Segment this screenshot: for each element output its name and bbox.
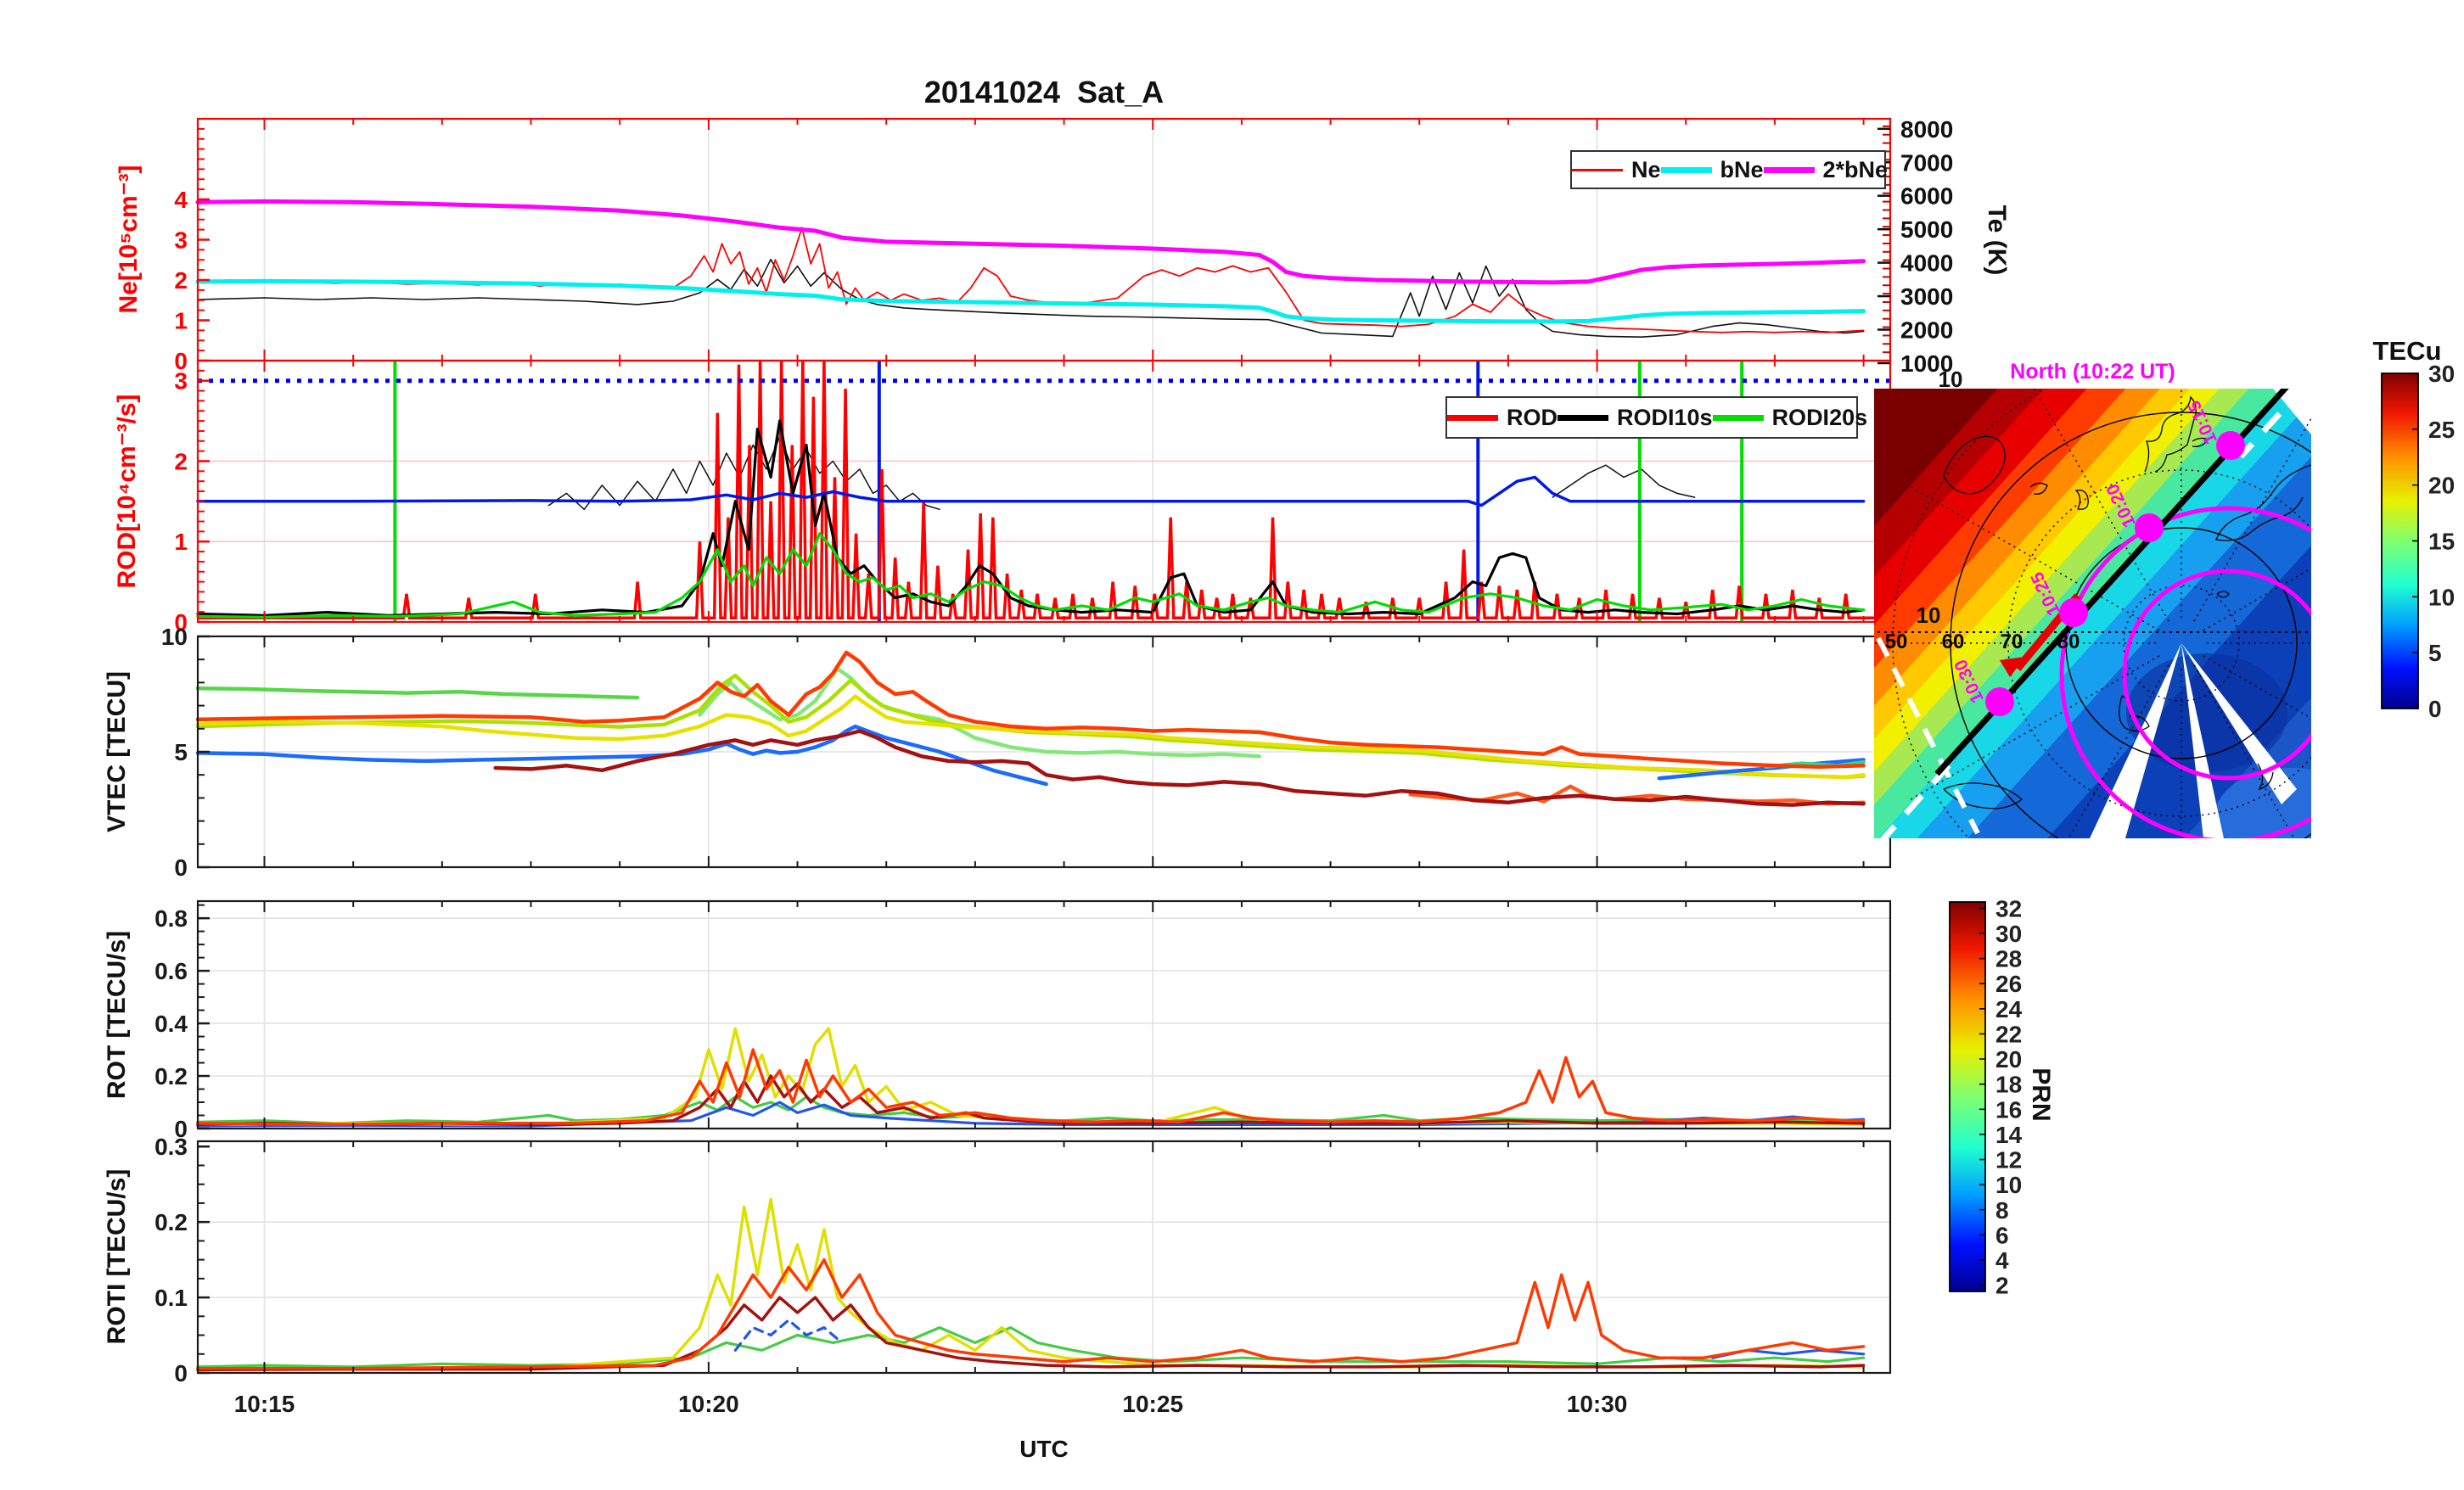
svg-text:10: 10	[2428, 584, 2455, 610]
figure-canvas: 0123410002000300040005000600070008000012…	[154, 116, 2455, 1417]
svg-text:25: 25	[2428, 417, 2455, 443]
svg-text:3000: 3000	[1900, 283, 1953, 310]
xlabel-utc: UTC	[1019, 1436, 1069, 1462]
svg-text:10:30: 10:30	[1567, 1391, 1628, 1417]
svg-text:18: 18	[1995, 1072, 2022, 1098]
svg-text:0: 0	[174, 854, 188, 881]
svg-text:7000: 7000	[1900, 149, 1953, 176]
svg-text:0.6: 0.6	[154, 958, 188, 984]
svg-text:8000: 8000	[1900, 116, 1953, 143]
legend-item-rodi20s: RODI20s	[1712, 404, 1868, 431]
svg-text:2000: 2000	[1900, 317, 1953, 344]
ylabel-te: Te (K)	[1983, 204, 2011, 276]
svg-text:5: 5	[2428, 640, 2442, 666]
svg-text:5000: 5000	[1900, 216, 1953, 243]
svg-text:28: 28	[1995, 946, 2022, 972]
svg-text:2: 2	[174, 267, 188, 294]
svg-text:2: 2	[1995, 1273, 2009, 1299]
svg-text:80: 80	[2057, 630, 2080, 653]
svg-text:1: 1	[174, 308, 188, 334]
legend-item-rodi10s: RODI10s	[1558, 405, 1713, 431]
svg-text:70: 70	[2001, 630, 2023, 653]
svg-text:10: 10	[1995, 1172, 2022, 1198]
svg-text:4: 4	[174, 187, 188, 213]
rodi20s-line-swatch	[1712, 414, 1764, 421]
svg-text:24: 24	[1995, 996, 2023, 1022]
svg-text:15: 15	[2428, 529, 2455, 555]
ylabel-roti: ROTI [TECU/s]	[103, 1168, 131, 1345]
legend-label: 2*bNe	[1822, 156, 1889, 182]
legend-item-rod: ROD	[1447, 405, 1558, 431]
tecu-colorbar-title: TECu	[2372, 336, 2442, 366]
svg-text:60: 60	[1942, 630, 1965, 653]
svg-text:1: 1	[174, 529, 188, 555]
svg-text:30: 30	[1995, 921, 2022, 947]
svg-text:20: 20	[2428, 473, 2455, 499]
svg-text:4000: 4000	[1900, 250, 1953, 277]
rodi10s-line-swatch	[1558, 414, 1608, 421]
svg-text:10:20: 10:20	[678, 1391, 739, 1417]
svg-text:50: 50	[1885, 630, 1908, 653]
svg-text:6000: 6000	[1900, 183, 1953, 210]
svg-text:0.4: 0.4	[154, 1011, 188, 1037]
legend-rod: ROD RODI10s RODI20s	[1445, 396, 1867, 439]
svg-text:12: 12	[1995, 1147, 2022, 1174]
svg-text:0.1: 0.1	[154, 1285, 188, 1311]
legend-item-ne: Ne	[1572, 157, 1661, 183]
svg-text:10: 10	[161, 624, 188, 650]
svg-text:5: 5	[174, 739, 188, 765]
svg-text:6: 6	[1995, 1222, 2009, 1248]
svg-text:2: 2	[174, 448, 188, 474]
svg-text:4: 4	[1995, 1247, 2009, 1274]
svg-text:22: 22	[1995, 1021, 2022, 1047]
legend-label: RODI10s	[1617, 404, 1713, 430]
svg-text:0: 0	[174, 1360, 188, 1386]
svg-text:20: 20	[1995, 1046, 2022, 1073]
svg-text:10:25: 10:25	[1122, 1391, 1183, 1417]
svg-text:26: 26	[1995, 971, 2022, 997]
svg-text:0.2: 0.2	[154, 1063, 188, 1089]
bne-line-swatch	[1660, 166, 1712, 173]
svg-text:16: 16	[1995, 1096, 2022, 1123]
svg-text:0.2: 0.2	[154, 1209, 188, 1235]
svg-text:10: 10	[1917, 602, 1941, 628]
svg-text:3: 3	[174, 227, 188, 254]
legend-label: Ne	[1631, 156, 1661, 182]
svg-text:10:15: 10:15	[234, 1391, 295, 1417]
svg-text:0: 0	[2428, 696, 2442, 722]
legend-item-bne: bNe	[1660, 156, 1764, 183]
2bne-line-swatch	[1763, 166, 1815, 173]
svg-text:3: 3	[174, 368, 188, 395]
svg-text:14: 14	[1995, 1122, 2023, 1148]
rod-line-swatch	[1447, 414, 1498, 421]
prn-colorbar-label: PRN	[2027, 1067, 2055, 1122]
ne-line-swatch	[1572, 168, 1623, 171]
legend-label: bNe	[1720, 156, 1764, 182]
svg-text:32: 32	[1995, 895, 2022, 921]
svg-text:8: 8	[1995, 1197, 2009, 1224]
svg-text:0.3: 0.3	[154, 1134, 188, 1160]
page-title: 20141024 Sat_A	[923, 75, 1165, 109]
legend-ne: Ne bNe 2*bNe	[1570, 150, 1889, 189]
legend-label: RODI20s	[1771, 404, 1868, 430]
legend-item-2bne: 2*bNe	[1763, 156, 1889, 183]
figure: 0 1 2 3 4 1000 2000 3000 4000 5000 6000 7000 8000 0 1 2…	[0, 0, 2464, 1490]
map-north-label: North (10:22 UT)	[2010, 360, 2175, 384]
legend-label: ROD	[1507, 404, 1558, 430]
svg-text:0.8: 0.8	[154, 905, 188, 932]
